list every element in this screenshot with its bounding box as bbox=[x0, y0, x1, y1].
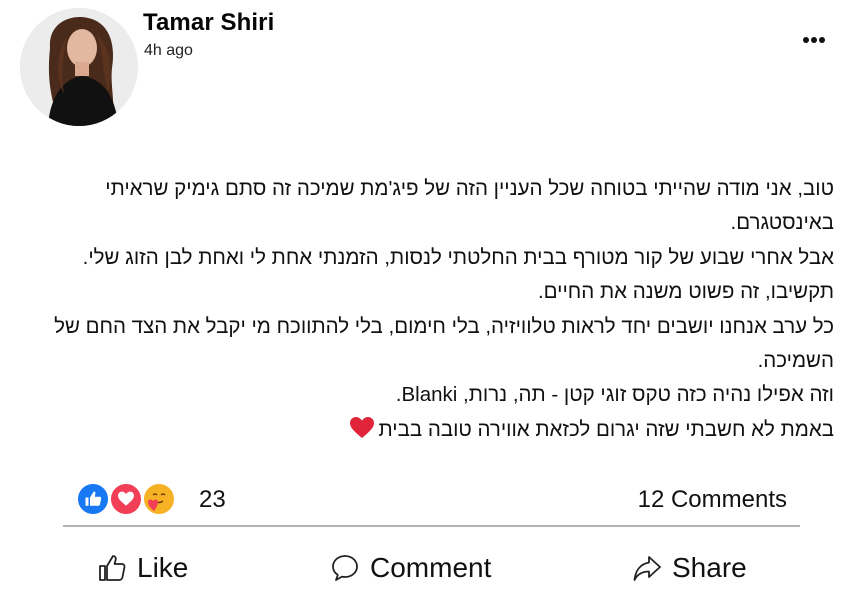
ellipsis-icon bbox=[803, 37, 825, 43]
author-avatar[interactable] bbox=[20, 8, 138, 126]
share-arrow-icon bbox=[633, 556, 661, 581]
post-text: טוב, אני מודה שהייתי בטוחה שכל העניין הז… bbox=[40, 172, 834, 451]
share-button[interactable]: Share bbox=[632, 548, 747, 588]
like-button[interactable]: Like bbox=[97, 548, 188, 588]
like-icon bbox=[76, 482, 110, 516]
actions-divider bbox=[63, 525, 800, 527]
thumbs-up-icon bbox=[99, 555, 126, 581]
post-text-line-with-heart: באמת לא חשבתי שזה יגרום לכזאת אווירה טוב… bbox=[40, 413, 834, 451]
avatar-portrait-icon bbox=[20, 8, 138, 126]
love-icon bbox=[109, 482, 143, 516]
red-heart-icon bbox=[349, 416, 375, 451]
post-text-line: אבל אחרי שבוע של קור מטורף בבית החלטתי ל… bbox=[82, 245, 834, 269]
post-text-line: וזה אפילו נהיה כזה טקס זוגי קטן - תה, נר… bbox=[395, 383, 834, 407]
reaction-count[interactable]: 23 bbox=[199, 486, 226, 514]
care-icon bbox=[142, 482, 176, 516]
post-text-line: טוב, אני מודה שהייתי בטוחה שכל העניין הז… bbox=[105, 177, 834, 235]
post-text-line: באמת לא חשבתי שזה יגרום לכזאת אווירה טוב… bbox=[378, 417, 834, 441]
comment-button[interactable]: Comment bbox=[330, 548, 491, 588]
more-options-button[interactable] bbox=[803, 31, 825, 43]
comment-button-label: Comment bbox=[370, 552, 492, 583]
like-button-label: Like bbox=[137, 552, 189, 583]
post-text-line: כל ערב אנחנו יושבים יחד לראות טלוויזיה, … bbox=[54, 314, 834, 373]
comment-bubble-icon bbox=[332, 555, 358, 581]
author-name[interactable]: Tamar Shiri bbox=[143, 9, 274, 37]
post-timestamp[interactable]: 4h ago bbox=[144, 42, 193, 60]
post-text-line: תקשיבו, זה פשוט משנה את החיים. bbox=[537, 280, 834, 304]
share-button-label: Share bbox=[672, 552, 747, 583]
comments-count-link[interactable]: 12 Comments bbox=[638, 486, 787, 514]
